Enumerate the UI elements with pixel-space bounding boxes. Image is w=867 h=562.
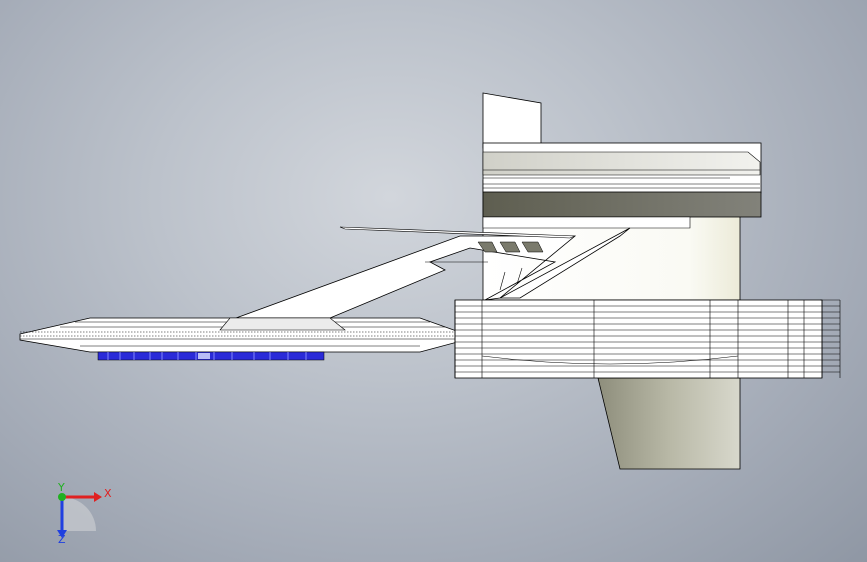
disc-hub: [219, 317, 346, 331]
graphics-viewport[interactable]: X Y Z: [0, 0, 867, 562]
blue-segment-band: [97, 351, 325, 361]
dark-band: [482, 191, 762, 218]
upper-housing-face: [482, 151, 761, 176]
model-view[interactable]: [0, 0, 867, 562]
step-face: [482, 216, 691, 229]
blue-segment-highlight: [198, 353, 210, 359]
top-tower: [482, 92, 542, 149]
lower-base-block: [597, 377, 741, 470]
ring-stack: [454, 299, 841, 379]
